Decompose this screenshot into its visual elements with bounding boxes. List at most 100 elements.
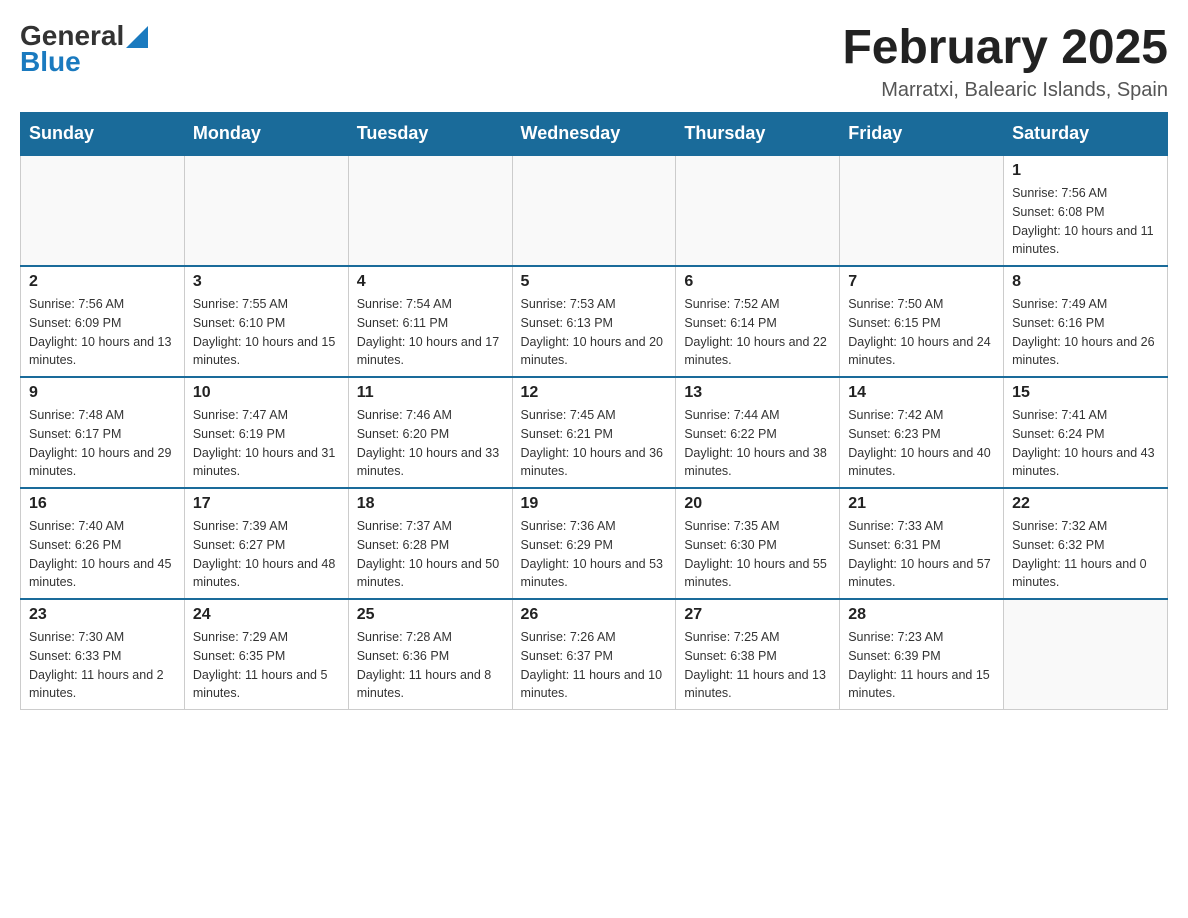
title-block: February 2025 Marratxi, Balearic Islands… — [842, 20, 1168, 102]
day-info: Sunrise: 7:50 AMSunset: 6:15 PMDaylight:… — [848, 295, 995, 370]
day-number: 2 — [29, 273, 176, 291]
table-row: 6 Sunrise: 7:52 AMSunset: 6:14 PMDaylight… — [676, 266, 840, 377]
day-info: Sunrise: 7:55 AMSunset: 6:10 PMDaylight:… — [193, 295, 340, 370]
day-number: 6 — [684, 273, 831, 291]
day-number: 4 — [357, 273, 504, 291]
logo-triangle-icon — [126, 26, 148, 48]
table-row: 2 Sunrise: 7:56 AMSunset: 6:09 PMDaylight… — [21, 266, 185, 377]
day-number: 15 — [1012, 384, 1159, 402]
day-info: Sunrise: 7:25 AMSunset: 6:38 PMDaylight:… — [684, 628, 831, 703]
header-sunday: Sunday — [21, 113, 185, 156]
table-row: 9Sunrise: 7:48 AMSunset: 6:17 PMDaylight… — [21, 377, 185, 488]
calendar-week-row: 16 Sunrise: 7:40 AMSunset: 6:26 PMDayligh… — [21, 488, 1168, 599]
table-row: 25 Sunrise: 7:28 AMSunset: 6:36 PMDayligh… — [348, 599, 512, 710]
main-title: February 2025 — [842, 20, 1168, 75]
table-row: 11Sunrise: 7:46 AMSunset: 6:20 PMDayligh… — [348, 377, 512, 488]
day-number: 20 — [684, 495, 831, 513]
table-row: 10Sunrise: 7:47 AMSunset: 6:19 PMDayligh… — [184, 377, 348, 488]
table-row — [348, 155, 512, 266]
calendar-header-row: Sunday Monday Tuesday Wednesday Thursday… — [21, 113, 1168, 156]
table-row: 27 Sunrise: 7:25 AMSunset: 6:38 PMDayligh… — [676, 599, 840, 710]
day-info: Sunrise: 7:42 AMSunset: 6:23 PMDaylight:… — [848, 406, 995, 481]
day-info: Sunrise: 7:52 AMSunset: 6:14 PMDaylight:… — [684, 295, 831, 370]
table-row — [184, 155, 348, 266]
table-row: 16 Sunrise: 7:40 AMSunset: 6:26 PMDayligh… — [21, 488, 185, 599]
header-tuesday: Tuesday — [348, 113, 512, 156]
day-number: 27 — [684, 606, 831, 624]
table-row — [1004, 599, 1168, 710]
day-number: 17 — [193, 495, 340, 513]
table-row: 18 Sunrise: 7:37 AMSunset: 6:28 PMDayligh… — [348, 488, 512, 599]
calendar-table: Sunday Monday Tuesday Wednesday Thursday… — [20, 112, 1168, 710]
day-number: 12 — [521, 384, 668, 402]
header-wednesday: Wednesday — [512, 113, 676, 156]
table-row: 19Sunrise: 7:36 AMSunset: 6:29 PMDayligh… — [512, 488, 676, 599]
day-info: Sunrise: 7:40 AMSunset: 6:26 PMDaylight:… — [29, 517, 176, 592]
day-info: Sunrise: 7:37 AMSunset: 6:28 PMDaylight:… — [357, 517, 504, 592]
header-thursday: Thursday — [676, 113, 840, 156]
day-info: Sunrise: 7:44 AMSunset: 6:22 PMDaylight:… — [684, 406, 831, 481]
day-number: 13 — [684, 384, 831, 402]
table-row: 24 Sunrise: 7:29 AMSunset: 6:35 PMDayligh… — [184, 599, 348, 710]
table-row: 17 Sunrise: 7:39 AMSunset: 6:27 PMDayligh… — [184, 488, 348, 599]
day-number: 9 — [29, 384, 176, 402]
header-monday: Monday — [184, 113, 348, 156]
day-info: Sunrise: 7:33 AMSunset: 6:31 PMDaylight:… — [848, 517, 995, 592]
table-row: 4 Sunrise: 7:54 AMSunset: 6:11 PMDaylight… — [348, 266, 512, 377]
day-number: 24 — [193, 606, 340, 624]
day-info: Sunrise: 7:41 AMSunset: 6:24 PMDaylight:… — [1012, 406, 1159, 481]
day-number: 7 — [848, 273, 995, 291]
day-number: 25 — [357, 606, 504, 624]
day-number: 22 — [1012, 495, 1159, 513]
table-row: 20Sunrise: 7:35 AMSunset: 6:30 PMDayligh… — [676, 488, 840, 599]
day-info: Sunrise: 7:39 AMSunset: 6:27 PMDaylight:… — [193, 517, 340, 592]
subtitle: Marratxi, Balearic Islands, Spain — [842, 79, 1168, 102]
day-info: Sunrise: 7:29 AMSunset: 6:35 PMDaylight:… — [193, 628, 340, 703]
calendar-week-row: 9Sunrise: 7:48 AMSunset: 6:17 PMDaylight… — [21, 377, 1168, 488]
table-row: 23 Sunrise: 7:30 AMSunset: 6:33 PMDayligh… — [21, 599, 185, 710]
table-row — [676, 155, 840, 266]
day-info: Sunrise: 7:45 AMSunset: 6:21 PMDaylight:… — [521, 406, 668, 481]
day-info: Sunrise: 7:46 AMSunset: 6:20 PMDaylight:… — [357, 406, 504, 481]
day-info: Sunrise: 7:56 AMSunset: 6:09 PMDaylight:… — [29, 295, 176, 370]
day-info: Sunrise: 7:28 AMSunset: 6:36 PMDaylight:… — [357, 628, 504, 703]
day-info: Sunrise: 7:30 AMSunset: 6:33 PMDaylight:… — [29, 628, 176, 703]
logo-blue-text: Blue — [20, 46, 81, 78]
day-number: 5 — [521, 273, 668, 291]
table-row: 8Sunrise: 7:49 AMSunset: 6:16 PMDaylight… — [1004, 266, 1168, 377]
page-header: General Blue February 2025 Marratxi, Bal… — [20, 20, 1168, 102]
table-row: 12 Sunrise: 7:45 AMSunset: 6:21 PMDayligh… — [512, 377, 676, 488]
day-info: Sunrise: 7:23 AMSunset: 6:39 PMDaylight:… — [848, 628, 995, 703]
calendar-week-row: 23 Sunrise: 7:30 AMSunset: 6:33 PMDayligh… — [21, 599, 1168, 710]
day-number: 8 — [1012, 273, 1159, 291]
day-number: 26 — [521, 606, 668, 624]
logo: General Blue — [20, 20, 148, 78]
table-row: 21Sunrise: 7:33 AMSunset: 6:31 PMDayligh… — [840, 488, 1004, 599]
day-info: Sunrise: 7:53 AMSunset: 6:13 PMDaylight:… — [521, 295, 668, 370]
table-row — [840, 155, 1004, 266]
table-row: 22 Sunrise: 7:32 AMSunset: 6:32 PMDayligh… — [1004, 488, 1168, 599]
day-info: Sunrise: 7:56 AMSunset: 6:08 PMDaylight:… — [1012, 184, 1159, 259]
day-info: Sunrise: 7:26 AMSunset: 6:37 PMDaylight:… — [521, 628, 668, 703]
header-saturday: Saturday — [1004, 113, 1168, 156]
day-info: Sunrise: 7:54 AMSunset: 6:11 PMDaylight:… — [357, 295, 504, 370]
table-row: 28 Sunrise: 7:23 AMSunset: 6:39 PMDayligh… — [840, 599, 1004, 710]
day-info: Sunrise: 7:32 AMSunset: 6:32 PMDaylight:… — [1012, 517, 1159, 592]
day-number: 16 — [29, 495, 176, 513]
day-number: 18 — [357, 495, 504, 513]
day-number: 23 — [29, 606, 176, 624]
header-friday: Friday — [840, 113, 1004, 156]
calendar-week-row: 2 Sunrise: 7:56 AMSunset: 6:09 PMDaylight… — [21, 266, 1168, 377]
day-number: 28 — [848, 606, 995, 624]
table-row: 26 Sunrise: 7:26 AMSunset: 6:37 PMDayligh… — [512, 599, 676, 710]
table-row: 5 Sunrise: 7:53 AMSunset: 6:13 PMDaylight… — [512, 266, 676, 377]
day-info: Sunrise: 7:36 AMSunset: 6:29 PMDaylight:… — [521, 517, 668, 592]
day-number: 3 — [193, 273, 340, 291]
table-row: 15 Sunrise: 7:41 AMSunset: 6:24 PMDayligh… — [1004, 377, 1168, 488]
day-info: Sunrise: 7:47 AMSunset: 6:19 PMDaylight:… — [193, 406, 340, 481]
table-row: 3 Sunrise: 7:55 AMSunset: 6:10 PMDaylight… — [184, 266, 348, 377]
table-row: 7 Sunrise: 7:50 AMSunset: 6:15 PMDaylight… — [840, 266, 1004, 377]
table-row: 14Sunrise: 7:42 AMSunset: 6:23 PMDayligh… — [840, 377, 1004, 488]
table-row: 13 Sunrise: 7:44 AMSunset: 6:22 PMDayligh… — [676, 377, 840, 488]
table-row — [512, 155, 676, 266]
